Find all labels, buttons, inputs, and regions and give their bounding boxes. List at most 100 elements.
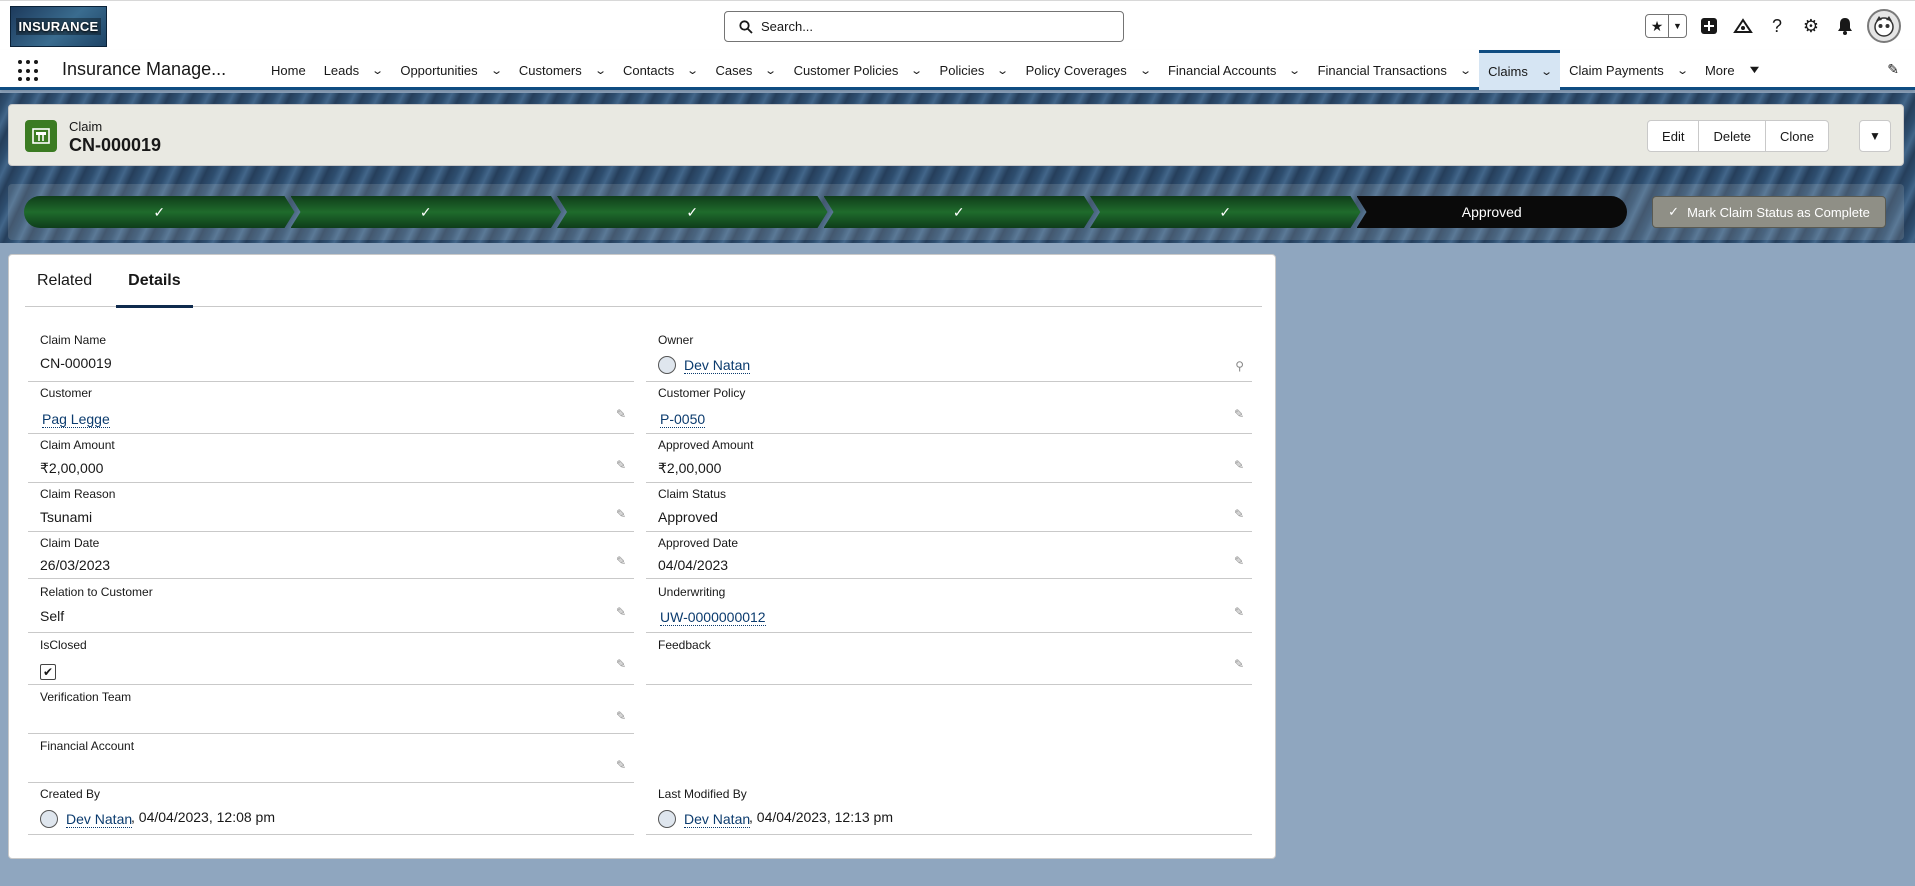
field-label: Relation to Customer — [40, 585, 153, 599]
edit-pencil-icon[interactable]: ✎ — [616, 507, 626, 521]
app-logo[interactable]: INSURANCE — [10, 6, 107, 47]
global-search[interactable] — [724, 11, 1124, 42]
field-value: Tsunami — [40, 509, 93, 525]
chevron-down-icon[interactable]: ⌄ — [1540, 65, 1553, 78]
chevron-down-icon[interactable]: ⌄ — [997, 64, 1010, 77]
clone-button[interactable]: Clone — [1765, 121, 1828, 151]
tab-related[interactable]: Related — [25, 255, 104, 307]
notifications-bell-icon[interactable] — [1833, 14, 1857, 38]
field-owner: Owner Dev Natan ⚲ — [646, 333, 1252, 382]
customer-policy-link[interactable]: P-0050 — [660, 411, 706, 428]
path-step-complete[interactable]: ✓ — [557, 196, 828, 228]
chevron-down-icon[interactable]: ⌄ — [490, 64, 503, 77]
help-icon[interactable]: ? — [1765, 14, 1789, 38]
nav-item-customer-policies[interactable]: Customer Policies ⌄ — [785, 50, 931, 90]
chevron-down-icon[interactable]: ⌄ — [1139, 64, 1152, 77]
path-step-complete[interactable]: ✓ — [24, 196, 295, 228]
created-by-user-link[interactable]: Dev Natan — [66, 811, 133, 828]
nav-item-opportunities[interactable]: Opportunities ⌄ — [391, 50, 510, 90]
field-label: Financial Account — [40, 739, 135, 753]
field-label: Claim Date — [40, 536, 100, 550]
nav-item-label: Cases — [715, 62, 753, 78]
favorites-group[interactable]: ★ ▼ — [1645, 14, 1687, 38]
edit-pencil-icon[interactable]: ✎ — [616, 554, 626, 568]
edit-pencil-icon[interactable]: ✎ — [616, 458, 626, 472]
nav-item-label: Policies — [939, 62, 985, 78]
global-header: INSURANCE ★ ▼ ? ⚙ — [0, 0, 1915, 50]
favorites-dropdown-icon[interactable]: ▼ — [1668, 15, 1686, 37]
field-claim-date: Claim Date 26/03/2023 ✎ — [28, 536, 634, 579]
chevron-down-icon[interactable]: ⌄ — [371, 64, 384, 77]
search-input[interactable] — [761, 19, 1123, 34]
edit-pencil-icon[interactable]: ✎ — [616, 605, 626, 619]
nav-item-home[interactable]: Home — [262, 50, 315, 90]
edit-nav-pencil-icon[interactable]: ✎ — [1887, 61, 1899, 78]
more-actions-chevron-down-icon[interactable]: ▼ — [1859, 120, 1891, 152]
field-value: ₹2,00,000 — [658, 460, 722, 476]
nav-item-customers[interactable]: Customers ⌄ — [510, 50, 614, 90]
field-customer-policy: Customer Policy P-0050 ✎ — [646, 386, 1252, 434]
logo-text: INSURANCE — [15, 18, 102, 35]
edit-pencil-icon[interactable]: ✎ — [1234, 657, 1244, 671]
customer-link[interactable]: Pag Legge — [42, 411, 110, 428]
trailhead-icon[interactable] — [1731, 14, 1755, 38]
app-launcher-icon[interactable] — [18, 60, 40, 82]
nav-item-claims[interactable]: Claims ⌄ — [1479, 50, 1561, 90]
record-tabs: Related Details — [25, 255, 1262, 308]
claim-status-path: ✓ ✓ ✓ ✓ ✓ Approved — [24, 196, 1627, 228]
delete-button[interactable]: Delete — [1698, 121, 1765, 151]
path-step-complete[interactable]: ✓ — [291, 196, 562, 228]
edit-pencil-icon[interactable]: ✎ — [1234, 605, 1244, 619]
field-label: Claim Name — [40, 333, 107, 347]
edit-pencil-icon[interactable]: ✎ — [616, 758, 626, 772]
path-step-complete[interactable]: ✓ — [824, 196, 1095, 228]
change-owner-icon[interactable]: ⚲ — [1235, 359, 1244, 373]
user-avatar[interactable] — [1867, 9, 1901, 43]
nav-item-label: Opportunities — [400, 62, 478, 78]
edit-pencil-icon[interactable]: ✎ — [1234, 407, 1244, 421]
edit-pencil-icon[interactable]: ✎ — [616, 709, 626, 723]
checkmark-icon: ✓ — [419, 203, 432, 220]
isclosed-checkbox: ✔ — [40, 664, 56, 680]
favorites-star-icon[interactable]: ★ — [1646, 15, 1668, 37]
field-label: Owner — [658, 333, 694, 347]
chevron-down-icon[interactable]: ⌄ — [1676, 64, 1689, 77]
chevron-down-icon[interactable]: ⌄ — [765, 64, 778, 77]
edit-pencil-icon[interactable]: ✎ — [1234, 458, 1244, 472]
search-icon — [739, 19, 753, 34]
nav-item-cases[interactable]: Cases ⌄ — [706, 50, 784, 90]
modified-by-user-link[interactable]: Dev Natan — [684, 811, 751, 828]
nav-item-financial-accounts[interactable]: Financial Accounts ⌄ — [1159, 50, 1309, 90]
path-step-complete[interactable]: ✓ — [1090, 196, 1361, 228]
mark-status-complete-button[interactable]: ✓ Mark Claim Status as Complete — [1652, 196, 1886, 228]
tab-details[interactable]: Details — [116, 255, 194, 308]
modified-by-avatar — [658, 810, 676, 828]
nav-item-policy-coverages[interactable]: Policy Coverages ⌄ — [1017, 50, 1159, 90]
setup-gear-icon[interactable]: ⚙ — [1799, 14, 1823, 38]
global-actions-plus-icon[interactable] — [1697, 14, 1721, 38]
chevron-down-icon[interactable]: ⌄ — [1459, 64, 1472, 77]
path-step-current[interactable]: Approved — [1356, 196, 1627, 228]
chevron-down-icon[interactable]: ⌄ — [1289, 64, 1302, 77]
checkmark-icon: ✓ — [686, 203, 699, 220]
chevron-down-icon[interactable]: ⌄ — [910, 64, 923, 77]
owner-link[interactable]: Dev Natan — [684, 357, 751, 374]
edit-pencil-icon[interactable]: ✎ — [616, 657, 626, 671]
nav-item-policies[interactable]: Policies ⌄ — [931, 50, 1017, 90]
underwriting-link[interactable]: UW-0000000012 — [660, 609, 766, 626]
nav-item-claim-payments[interactable]: Claim Payments ⌄ — [1560, 50, 1696, 90]
chevron-down-icon[interactable]: ▼ — [1746, 64, 1761, 76]
edit-pencil-icon[interactable]: ✎ — [616, 407, 626, 421]
nav-item-contacts[interactable]: Contacts ⌄ — [614, 50, 707, 90]
edit-button[interactable]: Edit — [1648, 121, 1698, 151]
app-name: Insurance Manage... — [62, 59, 227, 79]
chevron-down-icon[interactable]: ⌄ — [594, 64, 607, 77]
nav-item-more[interactable]: More ▼ — [1696, 50, 1769, 90]
nav-item-leads[interactable]: Leads ⌄ — [315, 50, 392, 90]
field-label: Approved Amount — [658, 438, 754, 452]
edit-pencil-icon[interactable]: ✎ — [1234, 554, 1244, 568]
nav-item-financial-transactions[interactable]: Financial Transactions ⌄ — [1309, 50, 1480, 90]
chevron-down-icon[interactable]: ⌄ — [686, 64, 699, 77]
field-label: Feedback — [658, 638, 711, 652]
edit-pencil-icon[interactable]: ✎ — [1234, 507, 1244, 521]
